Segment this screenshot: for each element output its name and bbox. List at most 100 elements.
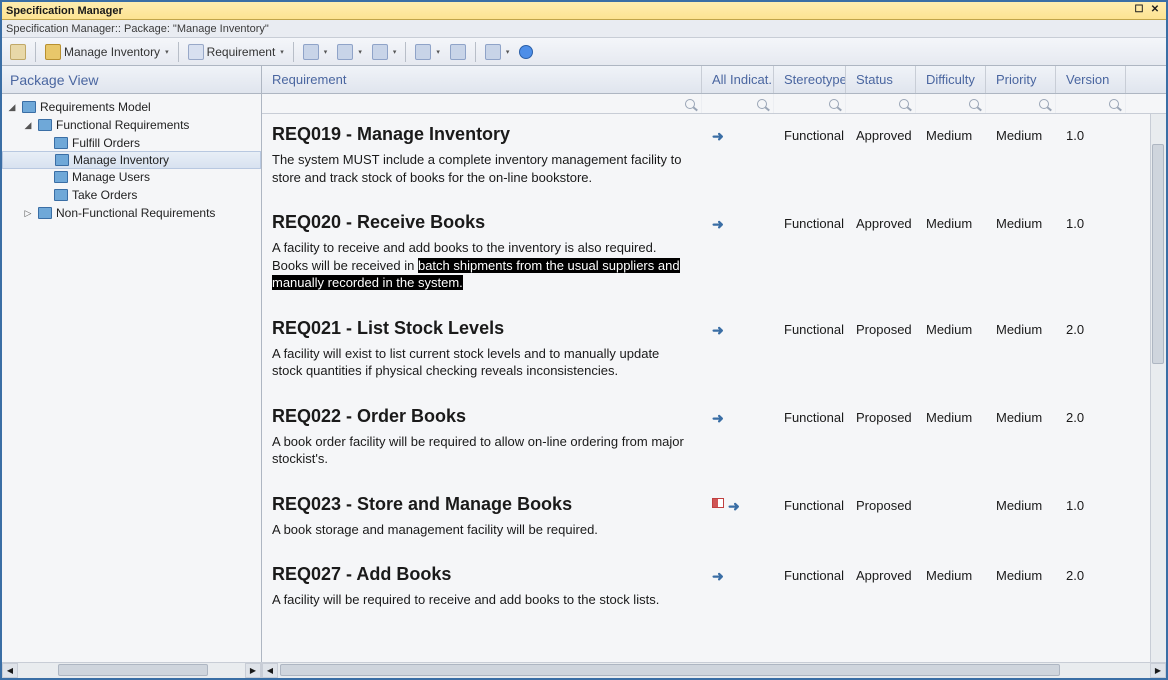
window-title: Specification Manager <box>6 3 1130 19</box>
package-view-panel: Package View ◢Requirements Model◢Functio… <box>2 66 262 662</box>
requirement-row[interactable]: REQ027 - Add BooksA facility will be req… <box>262 554 1166 625</box>
package-view-header: Package View <box>2 66 261 94</box>
requirement-description: A facility will be required to receive a… <box>272 591 692 609</box>
link-icon: ➜ <box>712 128 724 145</box>
version-cell: 1.0 <box>1056 212 1126 292</box>
folder-icon <box>54 171 68 183</box>
scrollbar-thumb[interactable] <box>58 664 208 676</box>
requirement-row[interactable]: REQ022 - Order Books A book order facilit… <box>262 396 1166 484</box>
requirement-row[interactable]: REQ020 - Receive BooksA facility to rece… <box>262 202 1166 308</box>
tree-node[interactable]: Take Orders <box>2 186 261 204</box>
print-button[interactable] <box>446 41 470 63</box>
tag-button[interactable] <box>368 41 401 63</box>
relations-icon <box>337 44 353 60</box>
type-selector[interactable]: Requirement <box>184 41 288 63</box>
tree-node[interactable]: ◢Functional Requirements <box>2 116 261 134</box>
close-button[interactable]: ✕ <box>1148 4 1162 18</box>
requirement-description: A book storage and management facility w… <box>272 521 692 539</box>
tree-node[interactable]: ▷Non-Functional Requirements <box>2 204 261 222</box>
package-tree[interactable]: ◢Requirements Model◢Functional Requireme… <box>2 94 261 662</box>
priority-cell: Medium <box>986 318 1056 380</box>
filter-requirement[interactable] <box>262 94 702 113</box>
requirement-title: REQ022 - Order Books <box>272 406 692 427</box>
tree-node-label: Take Orders <box>72 188 137 202</box>
tree-node[interactable]: Manage Inventory <box>2 151 261 169</box>
tree-node-label: Manage Inventory <box>73 153 169 167</box>
folder-icon <box>38 207 52 219</box>
type-label: Requirement <box>207 45 276 59</box>
link-icon: ➜ <box>728 498 740 515</box>
column-indicators[interactable]: All Indicat... <box>702 66 774 93</box>
column-priority[interactable]: Priority <box>986 66 1056 93</box>
scroll-left-button[interactable]: ◀ <box>262 663 278 678</box>
chevron-down-icon[interactable]: ◢ <box>22 120 34 131</box>
horizontal-scrollbar[interactable]: ◀ ▶ ◀ ▶ <box>2 662 1166 678</box>
options-button[interactable] <box>481 41 514 63</box>
link-icon: ➜ <box>712 568 724 585</box>
help-button[interactable] <box>515 41 537 63</box>
requirement-description: The system MUST include a complete inven… <box>272 151 692 186</box>
package-selector[interactable]: Manage Inventory <box>41 41 173 63</box>
window-titlebar: Specification Manager ☐ ✕ <box>2 2 1166 20</box>
column-requirement[interactable]: Requirement <box>262 66 702 93</box>
column-stereotype[interactable]: Stereotype <box>774 66 846 93</box>
requirement-row[interactable]: REQ021 - List Stock LevelsA facility wil… <box>262 308 1166 396</box>
status-cell: Approved <box>846 564 916 609</box>
edit-icon <box>415 44 431 60</box>
column-difficulty[interactable]: Difficulty <box>916 66 986 93</box>
search-icon <box>829 99 839 109</box>
chevron-down-icon[interactable]: ◢ <box>6 102 18 113</box>
requirement-row[interactable]: REQ023 - Store and Manage BooksA book st… <box>262 484 1166 555</box>
link-icon: ➜ <box>712 322 724 339</box>
search-icon <box>757 99 767 109</box>
scroll-right-button[interactable]: ▶ <box>1150 663 1166 678</box>
difficulty-cell: Medium <box>916 406 986 468</box>
relations-button[interactable] <box>333 41 366 63</box>
stereotype-cell: Functional <box>774 564 846 609</box>
scrollbar-thumb[interactable] <box>1152 144 1164 364</box>
columns-button[interactable] <box>299 41 332 63</box>
tree-node-label: Manage Users <box>72 170 150 184</box>
filter-version[interactable] <box>1056 94 1126 113</box>
requirement-row[interactable]: REQ019 - Manage Inventory The system MUST… <box>262 114 1166 202</box>
search-icon <box>1109 99 1119 109</box>
scrollbar-thumb[interactable] <box>280 664 1060 676</box>
filter-priority[interactable] <box>986 94 1056 113</box>
vertical-scrollbar[interactable] <box>1150 114 1166 662</box>
difficulty-cell: Medium <box>916 124 986 186</box>
status-cell: Approved <box>846 124 916 186</box>
requirement-title: REQ019 - Manage Inventory <box>272 124 692 145</box>
scroll-left-button[interactable]: ◀ <box>2 663 18 678</box>
column-status[interactable]: Status <box>846 66 916 93</box>
filter-difficulty[interactable] <box>916 94 986 113</box>
stereotype-cell: Functional <box>774 494 846 539</box>
column-version[interactable]: Version <box>1056 66 1126 93</box>
folder-icon <box>54 137 68 149</box>
view-toggle-button[interactable] <box>6 41 30 63</box>
tree-node[interactable]: Fulfill Orders <box>2 134 261 152</box>
requirement-description: A facility to receive and add books to t… <box>272 239 692 292</box>
difficulty-cell <box>916 494 986 539</box>
toolbar: Manage Inventory Requirement <box>2 38 1166 66</box>
search-icon <box>969 99 979 109</box>
difficulty-cell: Medium <box>916 564 986 609</box>
maximize-button[interactable]: ☐ <box>1132 4 1146 18</box>
requirement-description: A book order facility will be required t… <box>272 433 692 468</box>
filter-indicators[interactable] <box>702 94 774 113</box>
tree-node[interactable]: Manage Users <box>2 168 261 186</box>
scroll-right-button[interactable]: ▶ <box>245 663 261 678</box>
edit-button[interactable] <box>411 41 444 63</box>
indicators-cell: ➜ <box>702 494 774 539</box>
options-icon <box>485 44 501 60</box>
chevron-right-icon[interactable]: ▷ <box>22 208 34 219</box>
breadcrumb: Specification Manager:: Package: "Manage… <box>2 20 1166 38</box>
tree-node[interactable]: ◢Requirements Model <box>2 98 261 116</box>
requirement-icon <box>188 44 204 60</box>
filter-status[interactable] <box>846 94 916 113</box>
priority-cell: Medium <box>986 124 1056 186</box>
version-cell: 1.0 <box>1056 124 1126 186</box>
filter-stereotype[interactable] <box>774 94 846 113</box>
stereotype-cell: Functional <box>774 318 846 380</box>
link-icon: ➜ <box>712 410 724 427</box>
requirements-grid[interactable]: REQ019 - Manage Inventory The system MUST… <box>262 114 1166 662</box>
